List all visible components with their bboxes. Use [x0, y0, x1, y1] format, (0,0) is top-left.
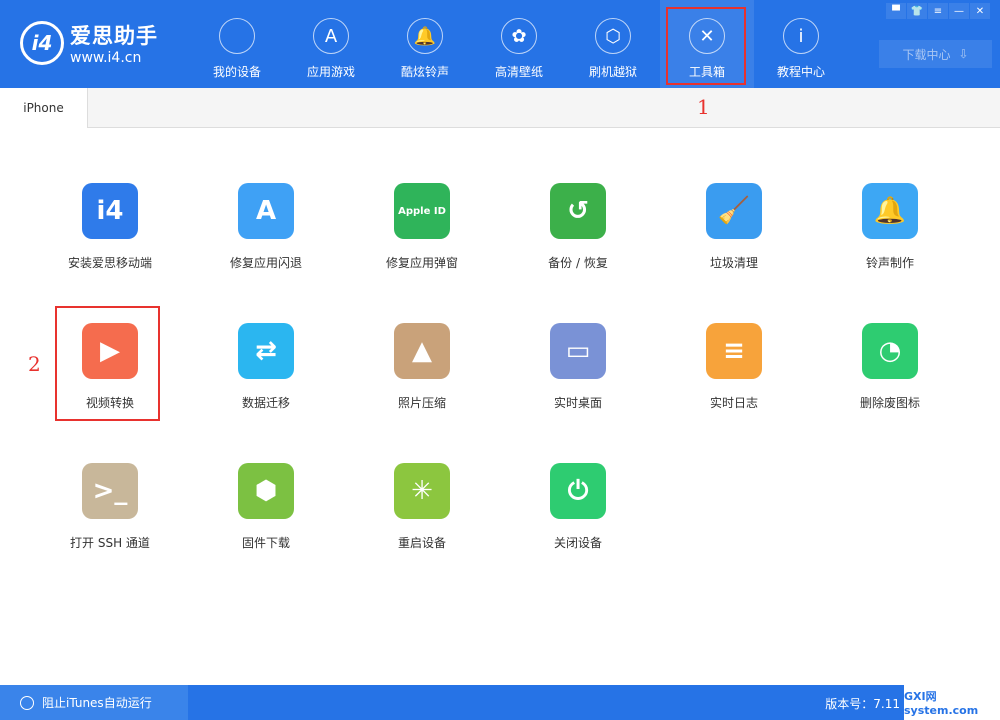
download-icon: ⇩: [958, 47, 969, 61]
tool-icon: 🧹: [706, 183, 762, 239]
tool-icon: ↺: [550, 183, 606, 239]
tool-item[interactable]: 🧹 垃圾清理: [664, 183, 804, 271]
tool-icon: ▲: [394, 323, 450, 379]
radio-icon[interactable]: [20, 695, 34, 710]
tool-icon: ◔: [862, 323, 918, 379]
box-icon: ⬡: [595, 18, 631, 54]
block-itunes-toggle[interactable]: 阻止iTunes自动运行: [0, 685, 188, 720]
tool-label: 删除废图标: [859, 396, 920, 410]
tab-bar: iPhone: [0, 88, 1000, 128]
tool-label: 修复应用弹窗: [385, 256, 458, 270]
tool-label: 数据迁移: [241, 396, 290, 410]
tool-item[interactable]: ≡ 实时日志: [664, 323, 804, 411]
app-url: www.i4.cn: [70, 50, 142, 66]
nav-label: 我的设备: [212, 65, 261, 79]
nav-bell[interactable]: 🔔 酷炫铃声: [378, 0, 472, 88]
tool-label: 备份 / 恢复: [548, 256, 608, 270]
logo: i4 爱思助手 www.i4.cn: [20, 20, 158, 66]
download-center-button[interactable]: 下载中心 ⇩: [879, 40, 992, 68]
tool-label: 垃圾清理: [709, 256, 758, 270]
tool-label: 照片压缩: [397, 396, 446, 410]
close-button[interactable]: ✕: [970, 3, 990, 19]
tool-label: 修复应用闪退: [229, 256, 302, 270]
tool-icon: i4: [82, 183, 138, 239]
nav-label: 应用游戏: [306, 65, 355, 79]
tool-icon: ▭: [550, 323, 606, 379]
feedback-button[interactable]: ▀: [886, 3, 906, 19]
bell-icon: 🔔: [407, 18, 443, 54]
logo-icon: i4: [20, 21, 64, 65]
tool-item[interactable]: A 修复应用闪退: [196, 183, 336, 271]
watermark: GXI网 system.com: [904, 685, 1000, 720]
nav-info[interactable]: i 教程中心: [754, 0, 848, 88]
tool-icon: ▶: [82, 323, 138, 379]
tool-item[interactable]: ⬢ 固件下载: [196, 463, 336, 551]
app-store-icon: A: [313, 18, 349, 54]
tool-icon: A: [238, 183, 294, 239]
skin-button[interactable]: 👕: [907, 3, 927, 19]
tool-item[interactable]: ▶ 视频转换: [40, 323, 180, 411]
tool-item[interactable]: ▲ 照片压缩: [352, 323, 492, 411]
nav-label: 刷机越狱: [588, 65, 637, 79]
tool-label: 实时桌面: [553, 396, 602, 410]
tool-item[interactable]: ↺ 备份 / 恢复: [508, 183, 648, 271]
tool-item[interactable]: ⏻ 关闭设备: [508, 463, 648, 551]
tool-icon: ✳: [394, 463, 450, 519]
tool-item[interactable]: >_ 打开 SSH 通道: [40, 463, 180, 551]
minimize-button[interactable]: —: [949, 3, 969, 19]
nav-flower[interactable]: ✿ 高清壁纸: [472, 0, 566, 88]
tool-icon: >_: [82, 463, 138, 519]
nav-label: 高清壁纸: [494, 65, 543, 79]
tool-label: 铃声制作: [865, 256, 914, 270]
menu-button[interactable]: ≡: [928, 3, 948, 19]
tool-label: 安装爱思移动端: [67, 256, 152, 270]
info-icon: i: [783, 18, 819, 54]
nav-app-store[interactable]: A 应用游戏: [284, 0, 378, 88]
tool-icon: Apple ID: [394, 183, 450, 239]
header: i4 爱思助手 www.i4.cn 我的设备 A 应用游戏 🔔 酷炫铃声 ✿ 高清壁纸 ⬡ 刷机越…: [0, 0, 1000, 88]
status-bar: 阻止iTunes自动运行 版本号：7.11 GXI网 system.com: [0, 685, 1000, 720]
flower-icon: ✿: [501, 18, 537, 54]
tool-item[interactable]: 🔔 铃声制作: [820, 183, 960, 271]
tool-label: 关闭设备: [553, 536, 602, 550]
tool-label: 重启设备: [397, 536, 446, 550]
tool-icon: ≡: [706, 323, 762, 379]
annotation-1: 1: [697, 95, 710, 119]
nav-label: 酷炫铃声: [400, 65, 449, 79]
nav-apple[interactable]: 我的设备: [190, 0, 284, 88]
tool-item[interactable]: ▭ 实时桌面: [508, 323, 648, 411]
tool-icon: ⇄: [238, 323, 294, 379]
tool-icon: 🔔: [862, 183, 918, 239]
tool-label: 视频转换: [85, 396, 134, 410]
version-label: 版本号：7.11: [825, 697, 900, 711]
tool-item[interactable]: ✳ 重启设备: [352, 463, 492, 551]
apple-icon: [219, 18, 255, 54]
tool-item[interactable]: Apple ID 修复应用弹窗: [352, 183, 492, 271]
tool-label: 打开 SSH 通道: [70, 536, 150, 550]
highlight-box-1: [666, 7, 746, 85]
tool-label: 固件下载: [241, 536, 290, 550]
download-label: 下载中心: [902, 47, 951, 62]
tool-label: 实时日志: [709, 396, 758, 410]
app-name: 爱思助手: [70, 24, 158, 48]
block-itunes-label: 阻止iTunes自动运行: [42, 696, 152, 710]
tool-item[interactable]: i4 安装爱思移动端: [40, 183, 180, 271]
annotation-2: 2: [28, 352, 41, 376]
tool-item[interactable]: ◔ 删除废图标: [820, 323, 960, 411]
tool-icon: ⬢: [238, 463, 294, 519]
nav-label: 教程中心: [776, 65, 825, 79]
tab-iphone[interactable]: iPhone: [0, 88, 88, 128]
tool-item[interactable]: ⇄ 数据迁移: [196, 323, 336, 411]
tool-icon: ⏻: [550, 463, 606, 519]
nav-box[interactable]: ⬡ 刷机越狱: [566, 0, 660, 88]
